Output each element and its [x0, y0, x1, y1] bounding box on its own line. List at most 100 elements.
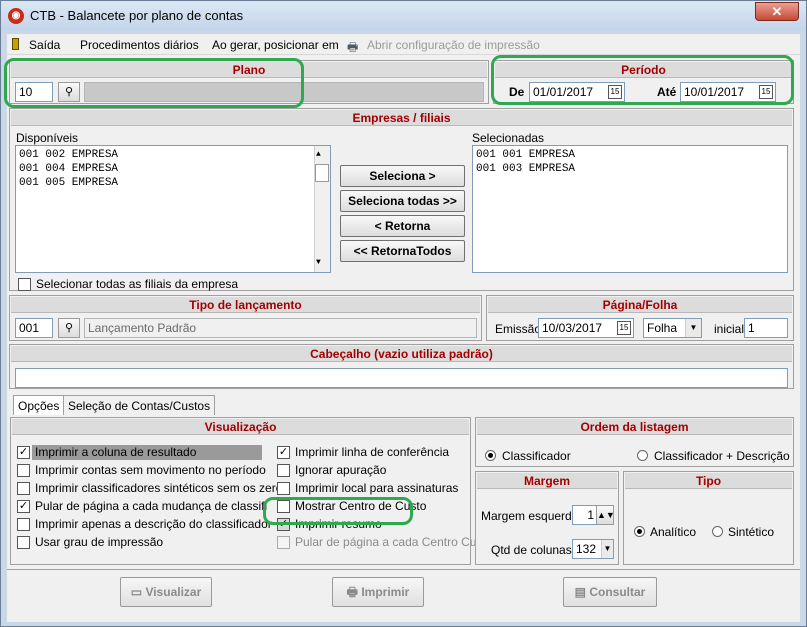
- emission-label: Emissão: [495, 322, 542, 336]
- order-option-label: Classificador + Descrição: [654, 449, 790, 463]
- available-scrollbar[interactable]: ▲ ▼: [314, 146, 330, 272]
- ordem-title: Ordem da listagem: [477, 419, 792, 435]
- synthetic-classifiers-checkbox[interactable]: [17, 482, 30, 495]
- window-title: CTB - Balancete por plano de contas: [30, 8, 244, 23]
- scroll-thumb[interactable]: [315, 164, 329, 182]
- lancamento-search-button[interactable]: ⚲: [58, 318, 80, 338]
- select-all-branches-label: Selecionar todas as filiais da empresa: [36, 277, 239, 291]
- plano-title: Plano: [11, 62, 487, 78]
- order-classifier-desc-radio[interactable]: [637, 450, 648, 461]
- menu-daily-procedures[interactable]: Procedimentos diários: [80, 38, 199, 52]
- lancamento-code-input[interactable]: 001: [15, 318, 53, 338]
- signature-place-checkbox[interactable]: [277, 482, 290, 495]
- close-button[interactable]: ✕: [755, 2, 799, 21]
- page-break-classifier-checkbox[interactable]: ✓: [17, 500, 30, 513]
- page-mode-value: Folha: [647, 321, 678, 335]
- select-button[interactable]: Seleciona >: [340, 165, 465, 187]
- selected-label: Selecionadas: [472, 131, 545, 145]
- option-label: Usar grau de impressão: [35, 535, 164, 549]
- option-label: Pular de página a cada mudança de classi…: [35, 499, 267, 513]
- print-button[interactable]: 🖶 Imprimir: [332, 577, 424, 607]
- stepper-icon[interactable]: ▲▼: [596, 505, 615, 525]
- option-label: Ignorar apuração: [295, 463, 387, 477]
- app-logo-icon: ◉: [8, 8, 24, 24]
- from-date-label: De: [509, 85, 525, 99]
- synthetic-radio[interactable]: [712, 526, 723, 537]
- query-button[interactable]: ▤ Consultar: [563, 577, 657, 607]
- option-label: Mostrar Centro de Custo: [295, 499, 427, 513]
- list-item[interactable]: 001 004 EMPRESA: [19, 162, 327, 176]
- periodo-panel: Período De 01/01/2017 15 Até 10/01/2017 …: [493, 60, 794, 104]
- select-all-branches-checkbox[interactable]: [18, 278, 31, 291]
- app-window: ◉ CTB - Balancete por plano de contas ✕ …: [0, 0, 807, 627]
- print-degree-checkbox[interactable]: [17, 536, 30, 549]
- print-result-column-checkbox[interactable]: ✓: [17, 446, 30, 459]
- initial-label: inicial: [714, 322, 745, 336]
- option-label: Imprimir a coluna de resultado: [35, 445, 197, 459]
- page-break-cost-center-checkbox[interactable]: [277, 536, 290, 549]
- list-item[interactable]: 001 003 EMPRESA: [476, 162, 784, 176]
- type-option-label: Sintético: [728, 525, 775, 539]
- binoculars-icon: ⚲: [64, 322, 74, 334]
- columns-select[interactable]: 132 ▼: [572, 539, 614, 559]
- printer-icon: 🖶: [346, 585, 358, 599]
- menu-exit[interactable]: Saída: [29, 38, 60, 52]
- empresas-panel: Empresas / filiais Disponíveis 001 002 E…: [9, 108, 794, 291]
- print-summary-checkbox[interactable]: ✓: [277, 518, 290, 531]
- ignore-assessment-checkbox[interactable]: [277, 464, 290, 477]
- list-item[interactable]: 001 005 EMPRESA: [19, 176, 327, 190]
- emission-calendar-icon[interactable]: 15: [617, 321, 631, 335]
- option-label: Imprimir classificadores sintéticos sem …: [35, 481, 289, 495]
- margem-panel: Margem Margem esquerda 1 ▲▼ Qtd de colun…: [475, 471, 619, 565]
- initial-page-input[interactable]: 1: [744, 318, 788, 338]
- exit-icon: [12, 38, 19, 53]
- pagina-panel: Página/Folha Emissão 10/03/2017 15 Folha…: [486, 295, 794, 341]
- page-mode-select[interactable]: Folha ▼: [643, 318, 702, 338]
- to-date-label: Até: [657, 85, 677, 99]
- list-item[interactable]: 001 002 EMPRESA: [19, 148, 327, 162]
- from-calendar-icon[interactable]: 15: [608, 85, 622, 99]
- conference-line-checkbox[interactable]: ✓: [277, 446, 290, 459]
- lancamento-panel: Tipo de lançamento 001 ⚲ Lançamento Padr…: [9, 295, 482, 341]
- type-option-label: Analítico: [650, 525, 697, 539]
- option-label: Imprimir contas sem movimento no período: [35, 463, 266, 477]
- scroll-down-icon[interactable]: ▼: [316, 256, 321, 270]
- classifier-description-checkbox[interactable]: [17, 518, 30, 531]
- tab-account-selection[interactable]: Seleção de Contas/Custos: [63, 395, 216, 415]
- tipo-title: Tipo: [625, 473, 792, 489]
- print-label: Imprimir: [361, 585, 410, 599]
- scroll-up-icon[interactable]: ▲: [316, 148, 321, 162]
- query-label: Consultar: [589, 585, 646, 599]
- tab-options[interactable]: Opções: [13, 395, 65, 415]
- menu-print-config[interactable]: Abrir configuração de impressão: [367, 38, 540, 52]
- margem-title: Margem: [477, 473, 617, 489]
- separator: [7, 569, 800, 570]
- to-calendar-icon[interactable]: 15: [759, 85, 773, 99]
- query-icon: ▤: [574, 585, 586, 599]
- chevron-down-icon[interactable]: ▼: [601, 540, 613, 558]
- left-margin-input[interactable]: 1: [572, 505, 598, 525]
- show-cost-center-checkbox[interactable]: [277, 500, 290, 513]
- selected-list[interactable]: 001 001 EMPRESA 001 003 EMPRESA: [472, 145, 788, 273]
- select-all-button[interactable]: Seleciona todas >>: [340, 190, 465, 212]
- available-label: Disponíveis: [16, 131, 79, 145]
- cabecalho-panel: Cabeçalho (vazio utiliza padrão): [9, 344, 794, 389]
- plano-code-input[interactable]: 10: [15, 82, 53, 102]
- columns-label: Qtd de colunas: [491, 543, 572, 557]
- order-classifier-radio[interactable]: [485, 450, 496, 461]
- view-label: Visualizar: [145, 585, 202, 599]
- view-button[interactable]: ▭ Visualizar: [120, 577, 212, 607]
- lancamento-title: Tipo de lançamento: [11, 297, 480, 313]
- menu-on-generate[interactable]: Ao gerar, posicionar em: [212, 38, 339, 52]
- menu-bar: Saída Procedimentos diários Ao gerar, po…: [7, 34, 800, 55]
- return-button[interactable]: < Retorna: [340, 215, 465, 237]
- header-text-input[interactable]: [15, 368, 788, 388]
- no-movement-checkbox[interactable]: [17, 464, 30, 477]
- list-item[interactable]: 001 001 EMPRESA: [476, 148, 784, 162]
- plano-search-button[interactable]: ⚲: [58, 82, 80, 102]
- option-label: Imprimir apenas a descrição do classific…: [35, 517, 272, 531]
- chevron-down-icon[interactable]: ▼: [685, 319, 701, 337]
- available-list[interactable]: 001 002 EMPRESA 001 004 EMPRESA 001 005 …: [15, 145, 331, 273]
- return-all-button[interactable]: << RetornaTodos: [340, 240, 465, 262]
- analytic-radio[interactable]: [634, 526, 645, 537]
